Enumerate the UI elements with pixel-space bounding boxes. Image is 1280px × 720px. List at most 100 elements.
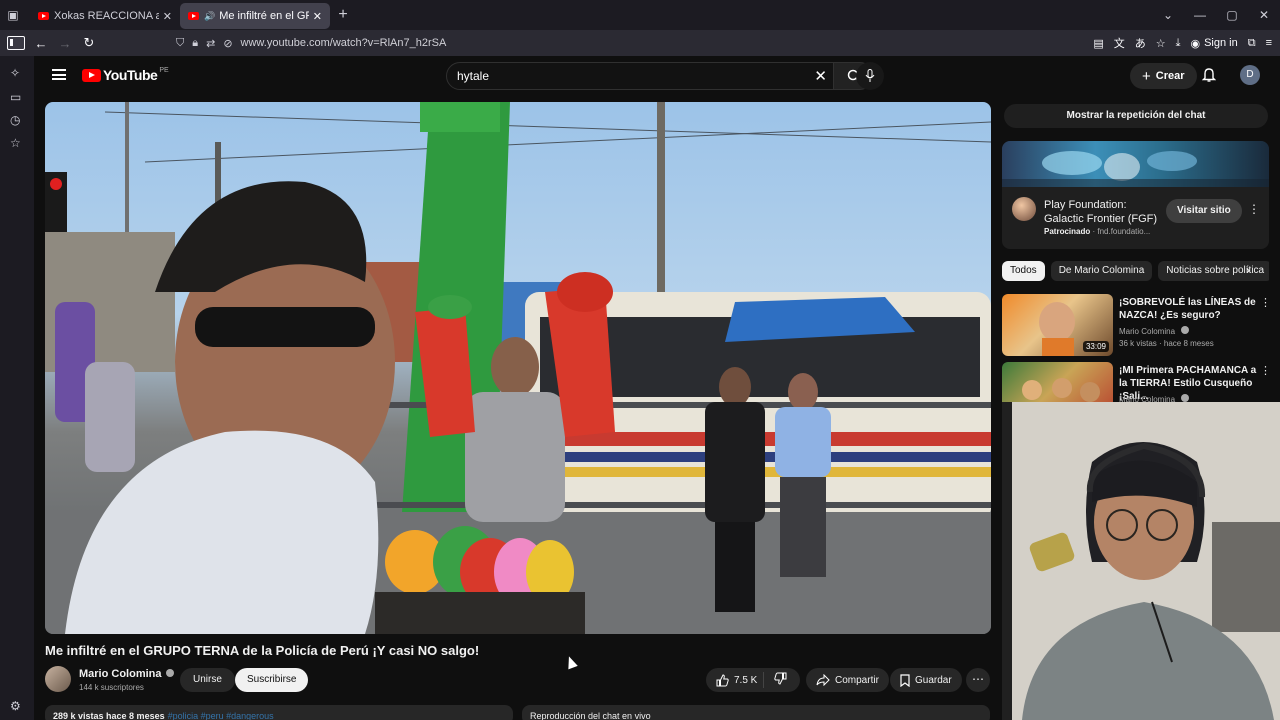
description-box[interactable]: 289 k vistas hace 8 meses #policia #peru … xyxy=(45,705,513,720)
chip-channel[interactable]: De Mario Colomina xyxy=(1050,261,1153,281)
show-chat-replay-button[interactable]: Mostrar la repetición del chat xyxy=(1004,104,1268,128)
download-icon[interactable]: ⤓ xyxy=(1176,37,1181,50)
share-icon xyxy=(816,674,830,686)
share-button[interactable]: Compartir xyxy=(806,668,889,692)
dislike-icon xyxy=(774,672,787,685)
partial-thumbnails-strip xyxy=(1002,402,1012,720)
browser-nav-bar: ← → ↻ ⛉ 🔒︎ ⇄ ⊘ www.youtube.com/watch?v=R… xyxy=(0,30,1280,56)
recommended-title[interactable]: ¡SOBREVOLÉ las LÍNEAS de NAZCA! ¿Es segu… xyxy=(1119,296,1257,322)
shield-icon[interactable]: ⛉ xyxy=(176,37,184,50)
sign-in-button[interactable]: ◉ Sign in xyxy=(1190,37,1237,50)
lock-icon[interactable]: 🔒︎ xyxy=(192,37,198,50)
mic-icon xyxy=(865,69,875,82)
bookmark-icon xyxy=(900,673,910,687)
chip-politics[interactable]: Noticias sobre política xyxy=(1158,261,1269,281)
voice-search-button[interactable] xyxy=(856,62,884,90)
recommended-meta: 36 k vistas · hace 8 meses xyxy=(1119,339,1214,348)
speaker-icon[interactable]: 🔊 xyxy=(204,11,215,22)
history-icon[interactable]: ◷ xyxy=(10,113,20,127)
synced-tabs-icon[interactable]: ▭ xyxy=(10,90,21,104)
ad-domain: fnd.foundatio... xyxy=(1097,227,1151,236)
url-bar[interactable]: ⛉ 🔒︎ ⇄ ⊘ www.youtube.com/watch?v=RlAn7_h… xyxy=(176,32,1076,54)
subscribe-button[interactable]: Suscribirse xyxy=(235,668,309,692)
back-icon[interactable]: ← xyxy=(29,36,53,51)
minimize-icon[interactable]: — xyxy=(1184,8,1216,22)
new-tab-plus-icon[interactable]: + xyxy=(330,6,356,24)
bookmarks-icon[interactable]: ☆ xyxy=(10,136,21,150)
channel-name[interactable]: Mario Colomina xyxy=(79,668,174,680)
menu-icon[interactable] xyxy=(52,69,66,80)
recommended-video[interactable]: 33:09 ¡SOBREVOLÉ las LÍNEAS de NAZCA! ¿E… xyxy=(1002,294,1280,356)
sign-in-label: Sign in xyxy=(1204,37,1238,49)
bell-icon[interactable] xyxy=(1201,67,1217,85)
close-icon[interactable]: ✕ xyxy=(163,10,172,23)
reload-icon[interactable]: ↻ xyxy=(77,35,101,51)
maximize-icon[interactable]: ▢ xyxy=(1216,8,1248,22)
ai-sparkle-icon[interactable]: ✧ xyxy=(10,66,20,80)
verified-icon xyxy=(165,669,174,677)
chat-replay-panel[interactable]: Reproducción del chat en vivo xyxy=(522,705,990,720)
save-label: Guardar xyxy=(915,674,952,686)
logo-wordmark: YouTube xyxy=(103,67,158,83)
channel-avatar[interactable] xyxy=(45,666,71,692)
search-input[interactable]: hytale ✕ xyxy=(446,62,834,90)
youtube-favicon-icon xyxy=(38,12,49,20)
advertiser-avatar[interactable] xyxy=(1012,197,1036,221)
filter-chips: Todos De Mario Colomina Noticias sobre p… xyxy=(1002,261,1269,281)
more-vert-icon[interactable]: ⋮ xyxy=(1260,296,1271,309)
like-icon xyxy=(716,673,729,686)
channel-name-text: Mario Colomina xyxy=(79,668,162,680)
extensions-icon[interactable]: ⧉ xyxy=(1248,37,1256,50)
close-icon[interactable]: ✕ xyxy=(313,10,322,23)
close-window-icon[interactable]: ✕ xyxy=(1248,8,1280,22)
save-button[interactable]: Guardar xyxy=(890,668,962,692)
like-button[interactable]: 7.5 K xyxy=(706,672,764,688)
more-vert-icon[interactable]: ⋮ xyxy=(1248,202,1260,216)
more-vert-icon[interactable]: ⋮ xyxy=(1260,364,1271,377)
reader-view-icon[interactable]: ▤ xyxy=(1093,37,1103,50)
visit-site-button[interactable]: Visitar sitio xyxy=(1166,199,1242,223)
tab-list-icon[interactable]: ▣ xyxy=(0,0,26,30)
plus-icon: + xyxy=(1142,67,1151,85)
bookmark-star-icon[interactable]: ☆ xyxy=(1156,37,1166,50)
like-dislike-group: 7.5 K xyxy=(706,668,800,692)
video-player[interactable] xyxy=(45,102,991,634)
ad-sponsored-line: Patrocinado · fnd.foundatio... xyxy=(1044,227,1151,236)
clear-search-icon[interactable]: ✕ xyxy=(814,67,827,85)
chip-all[interactable]: Todos xyxy=(1002,261,1045,281)
dislike-button[interactable] xyxy=(764,672,787,688)
like-count: 7.5 K xyxy=(734,674,758,686)
video-frame xyxy=(45,102,991,634)
sponsored-ad-card[interactable]: Play Foundation: Galactic Frontier (FGF)… xyxy=(1002,141,1269,249)
window-controls: ⌄ — ▢ ✕ xyxy=(1152,0,1280,30)
camera-off-icon[interactable]: ⊘ xyxy=(223,37,232,50)
browser-tab-active[interactable]: 🔊 Me infiltré en el GRUPO TERNA ✕ xyxy=(180,3,330,29)
video-duration: 33:09 xyxy=(1082,341,1109,352)
chevron-right-icon[interactable]: › xyxy=(1246,263,1250,277)
join-button[interactable]: Unirse xyxy=(180,668,235,692)
translate-page-icon[interactable]: あ xyxy=(1135,35,1146,51)
sidebar-toggle-icon[interactable] xyxy=(7,36,25,50)
video-thumbnail[interactable]: 33:09 xyxy=(1002,294,1113,356)
browser-tab[interactable]: Xokas REACCIONA a las NOVEDADES ✕ xyxy=(30,3,180,29)
settings-gear-icon[interactable]: ⚙ xyxy=(10,699,21,713)
youtube-logo[interactable]: YouTube PE xyxy=(82,67,169,83)
translate-icon[interactable]: 文 xyxy=(1114,35,1125,51)
app-menu-icon[interactable]: ≡ xyxy=(1266,37,1272,49)
url-text: www.youtube.com/watch?v=RlAn7_h2rSA xyxy=(240,37,447,49)
ad-title[interactable]: Play Foundation: Galactic Frontier (FGF) xyxy=(1044,198,1159,226)
account-icon: ◉ xyxy=(1190,37,1201,50)
chevron-down-icon[interactable]: ⌄ xyxy=(1152,8,1184,22)
nav-toolbar-right: ▤ 文 あ ☆ ⤓ ◉ Sign in ⧉ ≡ xyxy=(1093,30,1272,56)
ad-banner-image[interactable] xyxy=(1002,141,1269,187)
country-code: PE xyxy=(159,66,169,74)
hashtags[interactable]: #policia #peru #dangerous xyxy=(168,711,274,720)
avatar[interactable]: D xyxy=(1240,65,1260,85)
mouse-cursor xyxy=(564,654,578,670)
more-icon[interactable]: ⋯ xyxy=(966,668,990,692)
youtube-play-icon xyxy=(82,68,101,82)
create-button[interactable]: + Crear xyxy=(1130,63,1197,89)
search-query-text: hytale xyxy=(457,69,490,83)
forward-icon[interactable]: → xyxy=(53,36,77,51)
permissions-icon[interactable]: ⇄ xyxy=(206,37,215,50)
